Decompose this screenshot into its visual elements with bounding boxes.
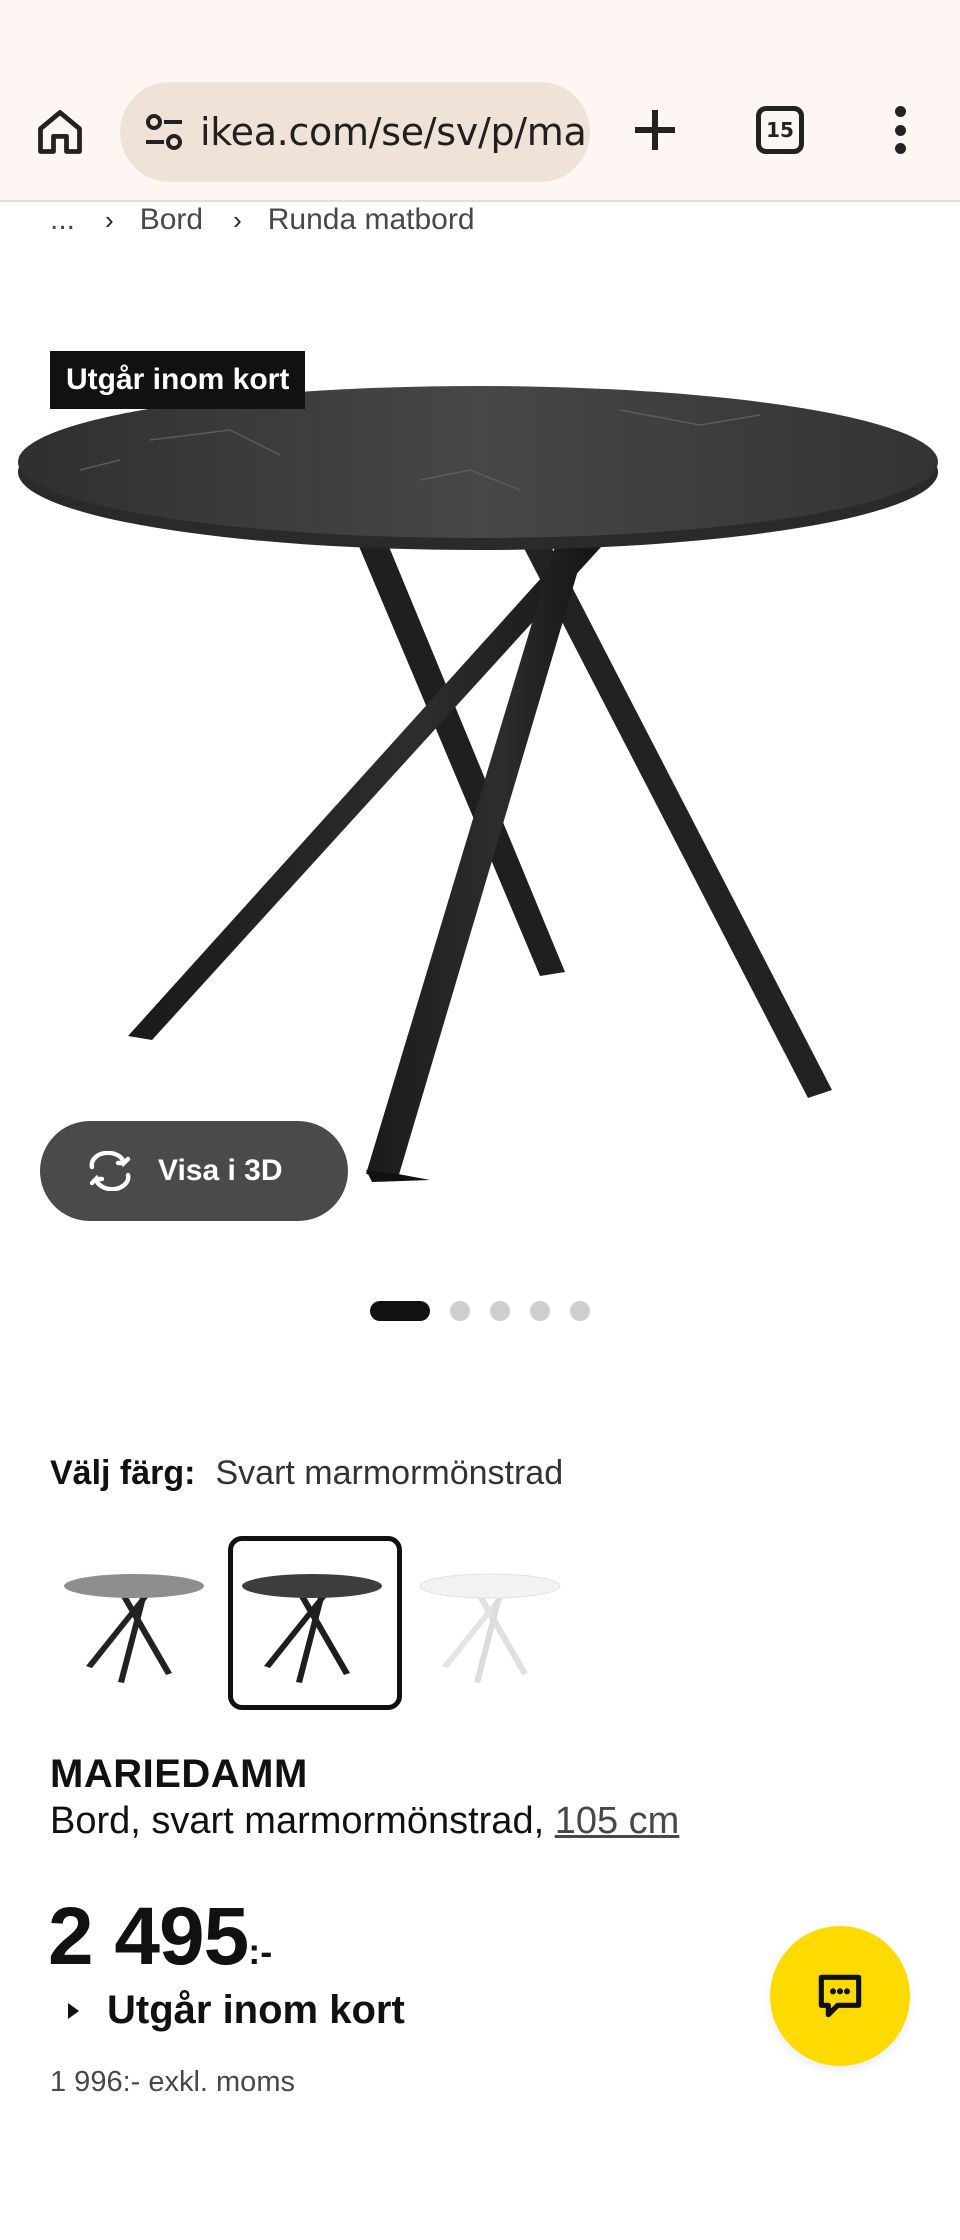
product-size-link[interactable]: 105 cm: [555, 1800, 680, 1842]
breadcrumb-ellipsis[interactable]: ...: [50, 203, 75, 237]
product-price: 2 495 :-: [48, 1890, 272, 1984]
availability-toggle[interactable]: Utgår inom kort: [68, 1988, 405, 2033]
color-label: Välj färg:: [50, 1454, 196, 1492]
product-image[interactable]: [0, 330, 960, 1230]
product-description: Bord, svart marmormönstrad, 105 cm: [50, 1800, 679, 1843]
breadcrumb-bord[interactable]: Bord: [140, 203, 203, 237]
rotate-3d-icon: [89, 1151, 131, 1191]
breadcrumb-runda-matbord[interactable]: Runda matbord: [268, 203, 475, 237]
caret-right-icon: [68, 2002, 79, 2019]
browser-toolbar: ikea.com/se/sv/p/mar 15: [0, 0, 960, 202]
view-in-3d-button[interactable]: Visa i 3D: [40, 1121, 348, 1221]
url-text: ikea.com/se/sv/p/mar: [200, 110, 590, 154]
chevron-right-icon: ›: [105, 204, 114, 235]
plus-icon[interactable]: [625, 100, 685, 160]
chat-bubble-icon: [818, 1974, 862, 2018]
product-description-text: Bord, svart marmormönstrad,: [50, 1800, 555, 1842]
image-carousel-dots: [370, 1300, 610, 1322]
availability-text: Utgår inom kort: [107, 1988, 405, 2032]
view-in-3d-label: Visa i 3D: [158, 1154, 283, 1187]
home-icon[interactable]: [28, 100, 92, 164]
tab-switcher-icon[interactable]: 15: [756, 106, 804, 154]
carousel-dot-2[interactable]: [450, 1301, 470, 1321]
product-name: MARIEDAMM: [50, 1752, 308, 1796]
carousel-dot-1[interactable]: [370, 1301, 430, 1321]
carousel-dot-5[interactable]: [570, 1301, 590, 1321]
chat-button[interactable]: [770, 1926, 910, 2066]
more-vertical-icon[interactable]: [880, 100, 920, 160]
price-suffix: :-: [248, 1931, 273, 1972]
swatch-black-marble[interactable]: [228, 1536, 402, 1710]
site-settings-icon[interactable]: [140, 108, 188, 156]
tab-count: 15: [766, 118, 794, 142]
chevron-right-icon: ›: [233, 204, 242, 235]
swatch-grey[interactable]: [50, 1536, 224, 1710]
breadcrumb: ... › Bord › Runda matbord: [50, 200, 475, 240]
color-swatches: [50, 1536, 584, 1710]
discontinued-badge: Utgår inom kort: [50, 351, 306, 409]
price-excl-vat: 1 996:- exkl. moms: [50, 2066, 295, 2098]
carousel-dot-3[interactable]: [490, 1301, 510, 1321]
carousel-dot-4[interactable]: [530, 1301, 550, 1321]
price-amount: 2 495: [48, 1891, 249, 1982]
selected-color: Svart marmormönstrad: [215, 1454, 564, 1492]
color-selector-header: Välj färg: Svart marmormönstrad: [50, 1454, 563, 1493]
address-bar[interactable]: ikea.com/se/sv/p/mar: [120, 82, 590, 182]
swatch-white-marble[interactable]: [406, 1536, 580, 1710]
